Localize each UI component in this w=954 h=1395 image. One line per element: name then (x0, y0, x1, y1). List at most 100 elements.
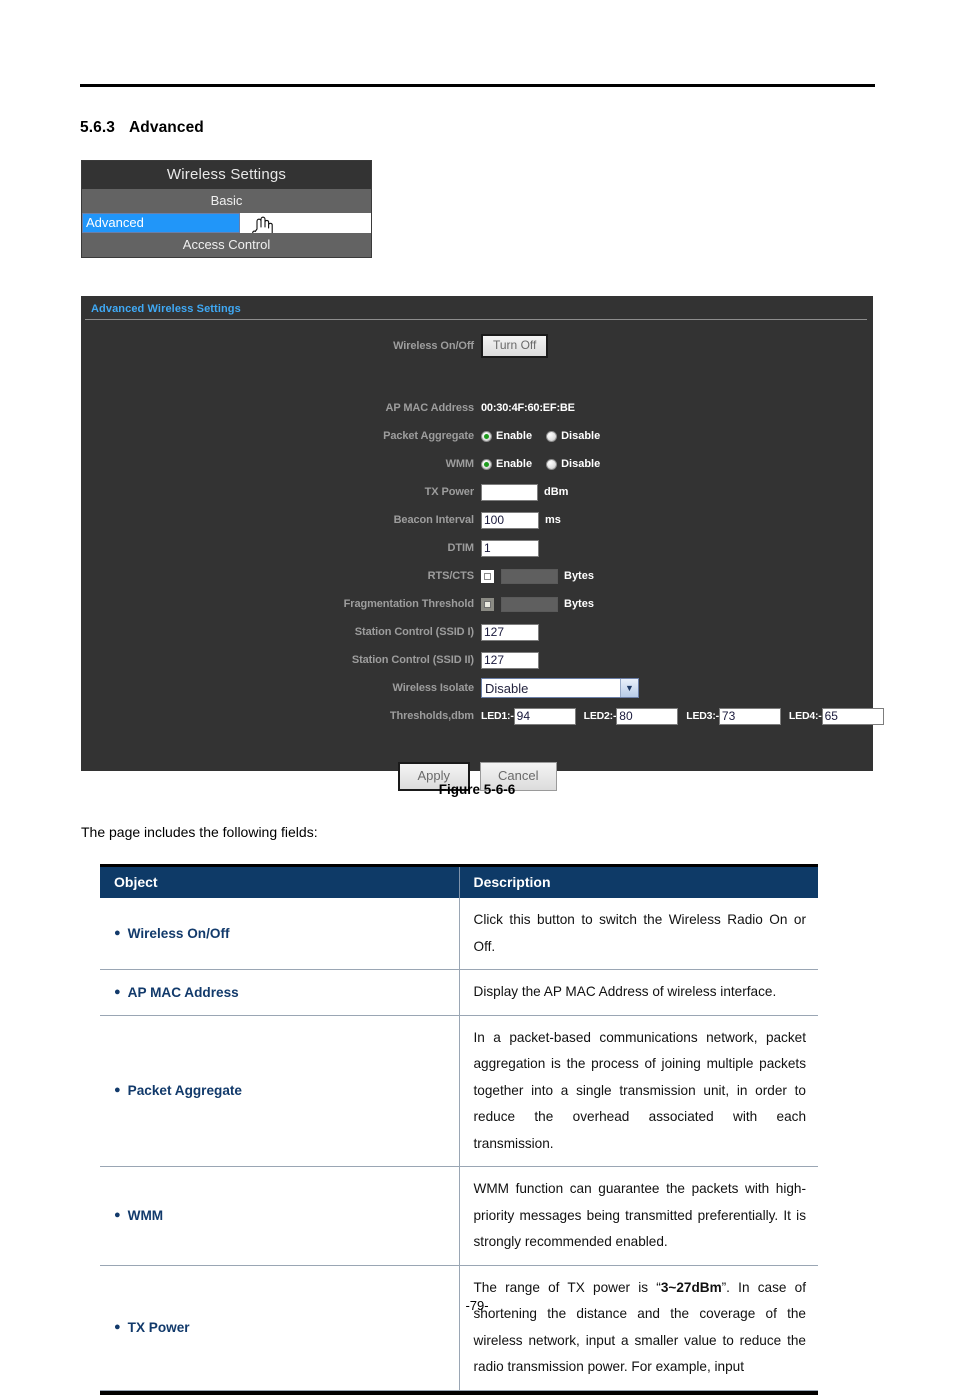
led4-input[interactable]: 65 (821, 707, 884, 725)
radio-label: Disable (561, 458, 601, 470)
menu-item-label: Basic (210, 193, 243, 208)
desc-bold: 3~27dBm (660, 1279, 722, 1295)
table-cell-object: ● Packet Aggregate (100, 1015, 460, 1167)
wmm-radio-group: Enable Disable (481, 458, 614, 470)
table-row: ● Packet Aggregate In a packet-based comm… (100, 1015, 818, 1167)
menu-item-advanced[interactable]: Advanced (82, 213, 273, 241)
radio-unselected-icon[interactable] (546, 458, 558, 470)
field-row-wireless-isolate: Wireless Isolate Disable ▼ (81, 674, 873, 702)
table-header-row: Object Description (100, 867, 818, 898)
bullet-icon: ● (114, 1321, 121, 1333)
table-cell-description: Click this button to switch the Wireless… (459, 898, 818, 970)
tx-power-input[interactable] (481, 483, 538, 501)
table-cell-object: ● AP MAC Address (100, 969, 460, 1016)
chevron-down-icon[interactable]: ▼ (620, 679, 638, 697)
fragmentation-threshold-input[interactable] (501, 596, 558, 612)
wmm-label: WMM (445, 458, 475, 470)
object-label: AP MAC Address (127, 984, 239, 1000)
section-number: 5.6.3 (80, 119, 115, 136)
field-row-station-control-ssid1: Station Control (SSID I) 127 (81, 618, 873, 646)
field-row-tx-power: TX Power dBm (81, 478, 873, 506)
packet-aggregate-label: Packet Aggregate (383, 430, 474, 442)
menu-item-basic[interactable]: Basic (82, 189, 371, 213)
form-spacer (81, 380, 873, 394)
radio-selected-icon[interactable] (481, 458, 492, 470)
wmm-enable-option[interactable]: Enable (481, 458, 532, 470)
table-row: ● Wireless On/Off Click this button to sw… (100, 898, 818, 970)
page-number: -79- (465, 1298, 489, 1313)
bullet-icon: ● (114, 1084, 121, 1097)
menu-item-label: Access Control (182, 237, 271, 252)
field-row-beacon-interval: Beacon Interval 100 ms (81, 506, 873, 534)
table-cell-object: ● TX Power (100, 1265, 460, 1391)
led3-input[interactable]: 73 (718, 707, 781, 725)
radio-unselected-icon[interactable] (546, 430, 558, 442)
radio-label: Enable (496, 430, 533, 442)
advanced-wireless-settings-panel: Advanced Wireless Settings Wireless On/O… (81, 296, 884, 792)
led1-input[interactable]: 94 (513, 707, 576, 725)
fragmentation-threshold-label: Fragmentation Threshold (343, 598, 474, 610)
packet-aggregate-radio-group: Enable Disable (481, 430, 614, 442)
table-cell-description: The range of TX power is “3~27dBm”. In c… (459, 1265, 818, 1391)
tx-power-unit: dBm (544, 486, 569, 498)
menu-title: Wireless Settings (82, 161, 371, 189)
object-label: TX Power (127, 1320, 190, 1335)
menu-item-label: Advanced (86, 215, 144, 230)
station-control-ssid1-label: Station Control (SSID I) (354, 626, 474, 638)
description-table-wrapper: Object Description ● Wireless On/Off Clic… (100, 864, 818, 1395)
table-row: ● WMM WMM function can guarantee the pack… (100, 1166, 818, 1266)
field-row-wmm: WMM Enable Disable (81, 450, 873, 478)
field-row-fragmentation-threshold: Fragmentation Threshold Bytes (81, 590, 873, 618)
led2-input[interactable]: 80 (616, 707, 679, 725)
rts-cts-checkbox[interactable] (481, 569, 494, 583)
table-cell-description: Display the AP MAC Address of wireless i… (459, 969, 818, 1016)
station-control-ssid1-input[interactable]: 127 (481, 623, 539, 641)
wmm-disable-option[interactable]: Disable (546, 458, 600, 470)
menu-item-access-control[interactable]: Access Control (82, 233, 371, 257)
rts-cts-input[interactable] (501, 568, 558, 584)
object-label: Packet Aggregate (127, 1083, 242, 1099)
wireless-settings-menu: Wireless Settings Basic Advanced Access … (81, 160, 372, 258)
led2-label: LED2:- (583, 710, 617, 722)
radio-label: Disable (561, 430, 601, 442)
beacon-interval-input[interactable]: 100 (481, 511, 539, 529)
table-cell-object: ● Wireless On/Off (100, 898, 460, 970)
table-row: ● TX Power The range of TX power is “3~27… (100, 1265, 818, 1391)
dtim-label: DTIM (447, 542, 475, 554)
table-cell-description: In a packet-based communications network… (459, 1015, 818, 1167)
figure-caption: Figure 5-6-6 (438, 782, 516, 797)
field-row-ap-mac-address: AP MAC Address 00:30:4F:60:EF:BE (81, 394, 873, 422)
desc-pre: The range of TX power is “ (473, 1279, 661, 1295)
fragmentation-threshold-checkbox[interactable] (481, 597, 494, 611)
bullet-icon: ● (114, 927, 121, 939)
beacon-interval-unit: ms (545, 514, 561, 526)
station-control-ssid2-label: Station Control (SSID II) (351, 654, 474, 666)
page-top-rule (80, 84, 875, 87)
led3-label: LED3:- (686, 710, 719, 722)
led4-label: LED4:- (788, 710, 822, 722)
turn-off-button[interactable]: Turn Off (481, 333, 549, 359)
fragmentation-threshold-unit: Bytes (564, 598, 594, 610)
wireless-isolate-label: Wireless Isolate (392, 682, 475, 694)
table-bottom-rule (100, 1390, 818, 1395)
radio-selected-icon[interactable] (481, 430, 492, 442)
table-row: ● AP MAC Address Display the AP MAC Addre… (100, 969, 818, 1016)
bullet-icon: ● (114, 1209, 121, 1222)
table-cell-description: WMM function can guarantee the packets w… (459, 1166, 818, 1266)
field-row-dtim: DTIM 1 (81, 534, 873, 562)
column-header-object: Object (100, 867, 460, 898)
station-control-ssid2-input[interactable]: 127 (481, 651, 539, 669)
radio-label: Enable (496, 458, 533, 470)
packet-aggregate-disable-option[interactable]: Disable (546, 430, 600, 442)
field-row-wireless-onoff: Wireless On/Off Turn Off (81, 332, 873, 360)
wireless-onoff-label: Wireless On/Off (393, 340, 474, 352)
packet-aggregate-enable-option[interactable]: Enable (481, 430, 532, 442)
beacon-interval-label: Beacon Interval (393, 514, 475, 526)
tx-power-label: TX Power (424, 486, 474, 498)
page-title: 5.6.3 Advanced (80, 119, 204, 137)
wireless-isolate-select[interactable]: Disable ▼ (481, 678, 639, 698)
dtim-input[interactable]: 1 (481, 539, 539, 557)
field-row-thresholds: Thresholds,dbm LED1:- 94 LED2:- 80 LED3:… (81, 702, 884, 730)
column-header-description: Description (459, 867, 818, 898)
field-row-station-control-ssid2: Station Control (SSID II) 127 (81, 646, 873, 674)
